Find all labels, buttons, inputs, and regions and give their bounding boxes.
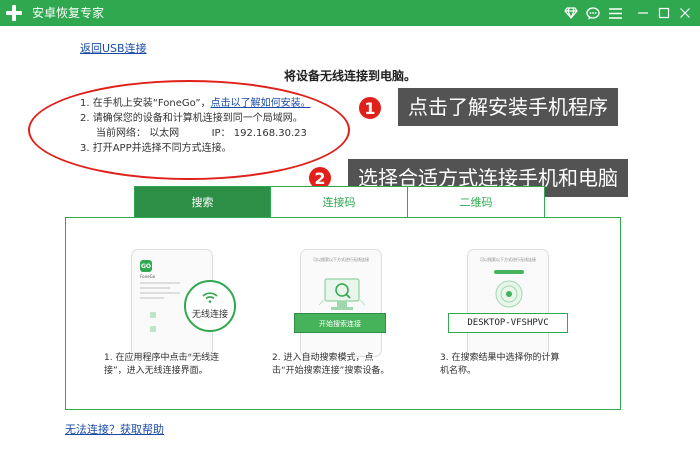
caption-2-line-2: 击“开始搜索连接”搜索设备。 (272, 366, 390, 376)
caption-3: 3. 在搜索结果中选择你的计算 机名称。 (440, 352, 559, 378)
wireless-connect-label: 无线连接 (191, 310, 228, 320)
title-bar: 安卓恢复专家 (0, 0, 700, 26)
caption-3-line-2: 机名称。 (440, 366, 477, 376)
back-to-usb-link[interactable]: 返回USB连接 (80, 40, 147, 56)
chat-icon[interactable] (584, 4, 602, 22)
wireless-connect-badge: 无线连接 (184, 280, 236, 332)
search-computer-illustration (317, 275, 367, 315)
phone3-header: 可以搜索以下方式进行无线连接 (480, 257, 536, 262)
annotation-ellipse (28, 80, 350, 180)
close-icon[interactable] (676, 4, 694, 22)
tab-connection-code[interactable]: 连接码 (271, 186, 408, 218)
radar-search-illustration (484, 270, 534, 310)
phone-illustration-2: 可以搜索以下方式进行无线连接 (300, 249, 382, 357)
phone-illustration-3: 可以搜索以下方式进行无线连接 (467, 249, 549, 357)
callout-1: 点击了解安装手机程序 (398, 88, 618, 126)
phone1-feature-icon (150, 312, 156, 318)
menu-icon[interactable] (606, 4, 624, 22)
app-title: 安卓恢复专家 (32, 6, 105, 20)
phone1-app-name: FoneGo (140, 274, 156, 279)
tab-search[interactable]: 搜索 (134, 186, 271, 218)
maximize-icon[interactable] (655, 4, 673, 22)
caption-1: 1. 在应用程序中点击“无线连 接”，进入无线连接界面。 (104, 352, 219, 378)
wifi-icon (202, 292, 218, 306)
app-logo-icon (6, 5, 22, 21)
caption-2-line-1: 2. 进入自动搜索模式，点 (272, 353, 374, 363)
phone1-text-lines (140, 282, 180, 302)
caption-2: 2. 进入自动搜索模式，点 击“开始搜索连接”搜索设备。 (272, 352, 389, 378)
page-title: 将设备无线连接到电脑。 (283, 69, 416, 83)
minimize-icon[interactable] (634, 4, 652, 22)
caption-3-line-1: 3. 在搜索结果中选择你的计算 (440, 353, 560, 363)
fonego-logo: GO (140, 260, 152, 272)
start-search-button[interactable]: 开始搜索连接 (294, 313, 386, 333)
connection-tabs: 搜索 连接码 二维码 (134, 186, 546, 218)
callout-1-number: 1 (357, 95, 383, 121)
diamond-icon[interactable] (562, 4, 580, 22)
caption-1-line-2: 接”，进入无线连接界面。 (104, 366, 208, 376)
tab-qr-code[interactable]: 二维码 (408, 186, 545, 218)
phone1-feature-icon (150, 326, 156, 332)
phone2-header: 可以搜索以下方式进行无线连接 (313, 257, 369, 262)
caption-1-line-1: 1. 在应用程序中点击“无线连 (104, 353, 220, 363)
device-name-result[interactable]: DESKTOP-VFSHPVC (448, 313, 568, 333)
get-help-link[interactable]: 无法连接？获取帮助 (65, 421, 164, 437)
